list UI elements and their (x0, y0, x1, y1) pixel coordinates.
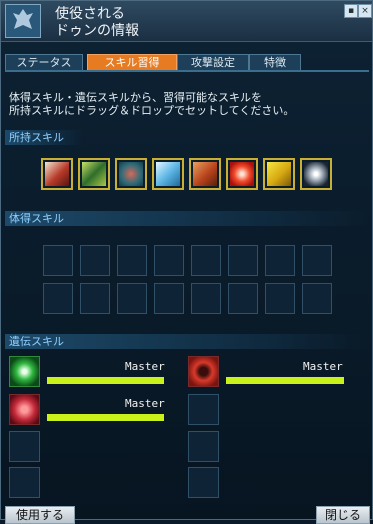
spiral-skill-icon (304, 162, 328, 186)
owned-skill-slot-3[interactable] (115, 158, 147, 190)
learned-skill-slot[interactable] (265, 245, 295, 276)
fire-orb-skill-icon (230, 162, 254, 186)
pet-portrait-icon (5, 4, 41, 38)
inherited-skill-progress-bar (47, 414, 164, 421)
red-cross-seal-skill-icon[interactable] (188, 356, 219, 387)
tab-attack-settings[interactable]: 攻撃設定 (177, 54, 249, 71)
claw-slash-skill-icon (82, 162, 106, 186)
learned-skill-slot[interactable] (80, 283, 110, 314)
learned-skill-slot[interactable] (154, 283, 184, 314)
inherited-skill-slot-empty[interactable] (188, 394, 219, 425)
minimize-button[interactable]: ▪ (344, 4, 358, 18)
owned-skill-slot-1[interactable] (41, 158, 73, 190)
instruction-line1: 体得スキル・遺伝スキルから、習得可能なスキルを (9, 91, 262, 104)
tab-traits[interactable]: 特徴 (249, 54, 301, 71)
learned-skill-slot[interactable] (302, 245, 332, 276)
inherited-skill-level: Master (125, 360, 165, 373)
learned-skill-slot[interactable] (302, 283, 332, 314)
section-learned-skills: 体得スキル (5, 211, 369, 226)
owned-skill-slot-5[interactable] (189, 158, 221, 190)
learned-skill-slot[interactable] (191, 283, 221, 314)
close-window-button[interactable]: × (358, 4, 372, 18)
use-button[interactable]: 使用する (5, 506, 75, 524)
inherited-skill-slot-empty[interactable] (9, 431, 40, 462)
ice-shard-skill-icon (156, 162, 180, 186)
learned-skill-slot[interactable] (117, 245, 147, 276)
section-owned-skills: 所持スキル (5, 130, 83, 145)
owned-skill-slot-4[interactable] (152, 158, 184, 190)
close-button[interactable]: 閉じる (316, 506, 370, 524)
flame-warrior-skill-icon (193, 162, 217, 186)
golden-silhouette-skill-icon (267, 162, 291, 186)
owned-skill-slot-8[interactable] (300, 158, 332, 190)
learned-skill-slot[interactable] (228, 245, 258, 276)
inherited-skill-level: Master (303, 360, 343, 373)
red-mesh-skill-icon[interactable] (9, 394, 40, 425)
learned-skill-slot[interactable] (154, 245, 184, 276)
crimson-figure-skill-icon (45, 162, 69, 186)
tab-skill-learning[interactable]: スキル習得 (87, 54, 177, 71)
tab-underline (5, 70, 369, 72)
owned-skill-slot-7[interactable] (263, 158, 295, 190)
inherited-skill-progress-bar (226, 377, 344, 384)
learned-skill-slot[interactable] (228, 283, 258, 314)
inherited-skill-slot-empty[interactable] (9, 467, 40, 498)
instruction-line2: 所持スキルにドラッグ＆ドロップでセットしてください。 (9, 104, 295, 117)
rune-circle-skill-icon (119, 162, 143, 186)
pet-info-window: 使役される ドゥンの情報 ▪ × ステータス スキル習得 攻撃設定 特徴 体得ス… (0, 0, 373, 524)
learned-skill-slot[interactable] (43, 283, 73, 314)
green-ring-skill-icon[interactable] (9, 356, 40, 387)
window-title-line2: ドゥンの情報 (55, 23, 139, 39)
learned-skill-slot[interactable] (117, 283, 147, 314)
section-inherited-skills: 遺伝スキル (5, 334, 369, 349)
tab-status[interactable]: ステータス (5, 54, 83, 71)
learned-skill-slot[interactable] (265, 283, 295, 314)
owned-skill-slot-2[interactable] (78, 158, 110, 190)
window-header[interactable]: 使役される ドゥンの情報 ▪ × (1, 1, 372, 42)
inherited-skill-slot-empty[interactable] (188, 467, 219, 498)
instruction-text: 体得スキル・遺伝スキルから、習得可能なスキルを 所持スキルにドラッグ＆ドロップで… (9, 91, 294, 117)
inherited-skill-level: Master (125, 397, 165, 410)
learned-skill-slot[interactable] (80, 245, 110, 276)
learned-skill-slot[interactable] (43, 245, 73, 276)
owned-skill-slot-6[interactable] (226, 158, 258, 190)
inherited-skill-slot-empty[interactable] (188, 431, 219, 462)
learned-skill-slot[interactable] (191, 245, 221, 276)
inherited-skill-progress-bar (47, 377, 164, 384)
